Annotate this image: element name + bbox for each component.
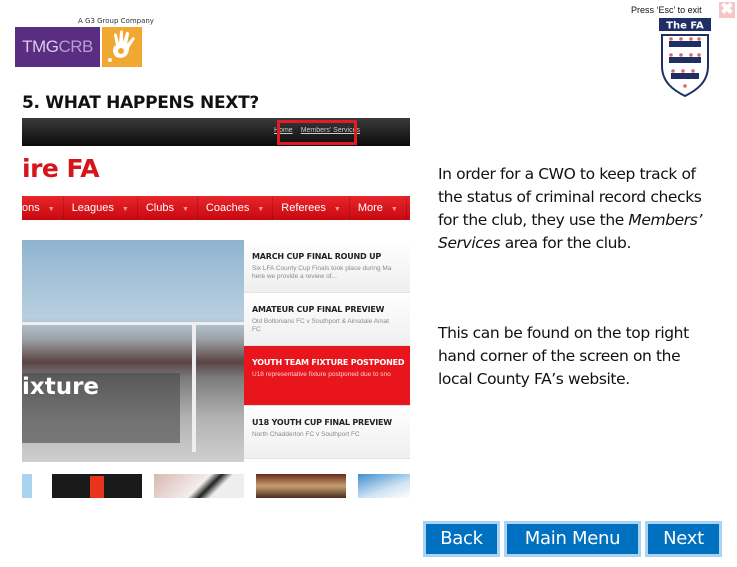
caret-down-icon: ▼ [390,206,398,213]
hand-logo-icon [102,27,142,67]
website-menu-item: ons ▼ [22,196,64,220]
caret-down-icon: ▼ [121,206,129,213]
website-menu-item: More ▼ [350,196,407,220]
news-item: AMATEUR CUP FINAL PREVIEW Old Boltonians… [244,293,410,346]
explanation-paragraph-1: In order for a CWO to keep track of the … [438,165,702,252]
caret-down-icon: ▼ [47,206,55,213]
goal-crossbar [22,322,244,325]
thumbnail-team [256,474,346,498]
main-menu-button[interactable]: Main Menu [504,521,641,557]
members-services-highlight [277,120,357,145]
fa-label: The FA [666,21,704,32]
close-icon[interactable]: ✖ [719,2,735,18]
fa-crest-logo: The FA [657,18,713,98]
logo-text-main: TMG [22,37,59,56]
website-menu-item: Referees ▼ [273,196,350,220]
hero-image: ixture [22,240,244,462]
news-list: MARCH CUP FINAL ROUND UP Six LFA County … [244,240,410,459]
caret-down-icon: ▼ [181,206,189,213]
goal-post [192,322,196,452]
thumbnail-tactics [154,474,244,498]
parent-company-label: A G3 Group Company [78,17,154,25]
website-menu: ons ▼ Leagues ▼ Clubs ▼ Coaches ▼ Referees ▼ … [22,196,410,220]
next-button[interactable]: Next [645,521,722,557]
thumbnail-net [358,474,410,498]
website-menu-item: Clubs ▼ [138,196,198,220]
hero-title: ixture [22,374,100,400]
thumbnail [22,474,32,498]
news-item: MARCH CUP FINAL ROUND UP Six LFA County … [244,240,410,293]
website-menu-item: Leagues ▼ [64,196,138,220]
explanation-paragraph-2: This can be found on the top right hand … [438,324,689,388]
thumbnail-red-card [52,474,142,498]
website-brand: ire FA [22,154,100,183]
website-menu-item: Coaches ▼ [198,196,274,220]
news-item-active: YOUTH TEAM FIXTURE POSTPONED U18 represe… [244,346,410,406]
esc-hint: Press ‘Esc’ to exit [631,5,702,15]
back-button[interactable]: Back [423,521,500,557]
tmgcrb-logo: TMGCRB [15,27,100,67]
website-screenshot: Home Members' Services ire FA ons ▼ League… [22,118,410,498]
caret-down-icon: ▼ [257,206,265,213]
thumbnail-strip [22,474,410,498]
logo-text-accent: CRB [58,37,93,56]
news-item: U18 YOUTH CUP FINAL PREVIEW North Chadde… [244,406,410,459]
caret-down-icon: ▼ [333,206,341,213]
slide-heading: 5. WHAT HAPPENS NEXT? [22,93,259,113]
